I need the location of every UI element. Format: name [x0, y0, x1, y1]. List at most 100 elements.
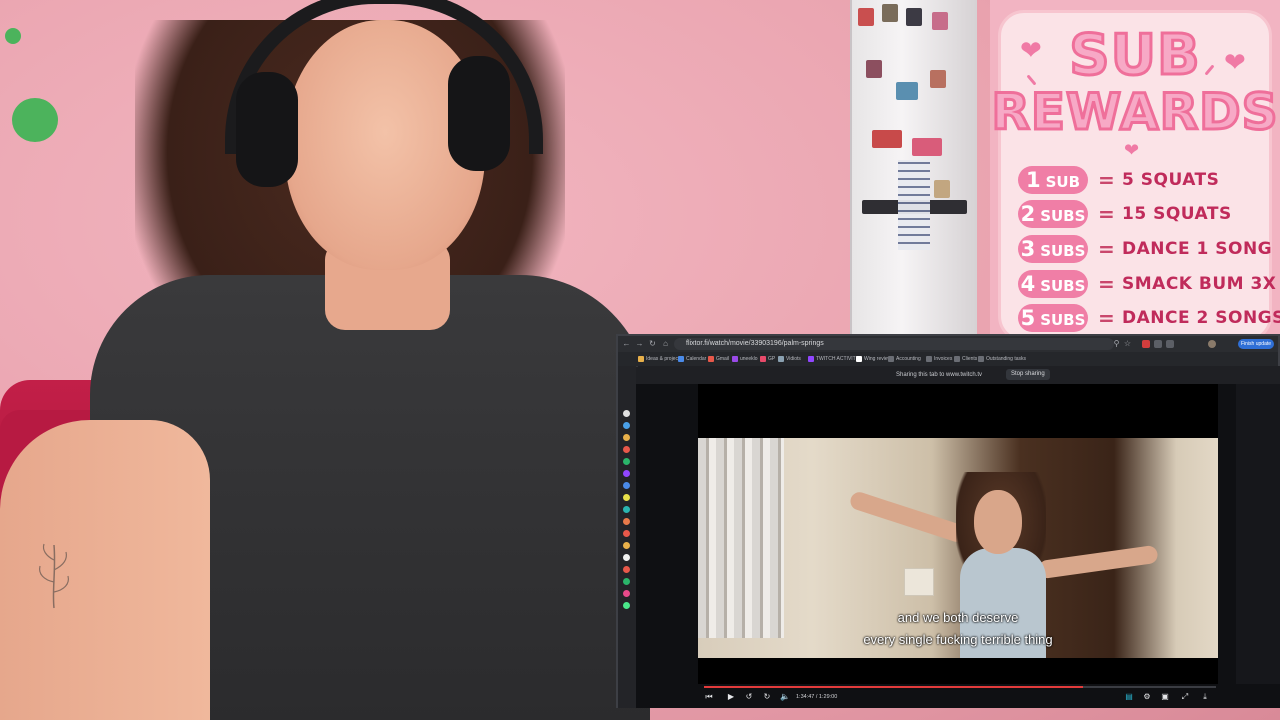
bookmark-item[interactable]: Outstanding tasks — [978, 354, 1026, 364]
reward-text: 5 SQUATS — [1122, 170, 1220, 190]
reward-text: DANCE 2 SONGS — [1122, 308, 1280, 328]
bookmark-item[interactable]: GP — [760, 354, 775, 364]
bookmark-item[interactable]: TWITCH ACTIVITY — [808, 354, 859, 364]
pip-icon[interactable]: ▣ — [1160, 692, 1170, 702]
extension-sidebar — [618, 366, 636, 708]
settings-icon[interactable]: ⚙ — [1142, 692, 1152, 702]
browser-window: ← → ↻ ⌂ flixtor.fi/watch/movie/33903196/… — [616, 334, 1280, 708]
profile-avatar[interactable] — [1208, 340, 1216, 348]
actress-arm — [848, 489, 968, 545]
tab-sharing-banner: Sharing this tab to www.twitch.tv Stop s… — [638, 366, 1280, 384]
reward-row-2: 2 SUBS = 15 SQUATS — [1018, 200, 1268, 228]
sub-count-pill: 4 SUBS — [1018, 270, 1088, 298]
sidebar-app-icon[interactable] — [623, 578, 630, 585]
rewards-title-rewards: REWARDS — [990, 83, 1279, 142]
headphone-earcup — [236, 72, 298, 187]
forward-icon[interactable]: ↻ — [762, 692, 772, 702]
reward-row-4: 4 SUBS = SMACK BUM 3X — [1018, 270, 1276, 298]
sidebar-app-icon[interactable] — [623, 494, 630, 501]
volume-icon[interactable]: 🔈 — [780, 692, 790, 702]
player-side-panel — [1236, 384, 1280, 684]
sidebar-app-icon[interactable] — [623, 434, 630, 441]
time-display: 1:34:47 / 1:29:00 — [796, 694, 838, 700]
actress-face — [974, 490, 1022, 554]
green-sticker — [5, 28, 21, 44]
play-icon[interactable]: ▶ — [726, 692, 736, 702]
sidebar-app-icon[interactable] — [623, 482, 630, 489]
player-controls: ⏮ ▶ ↺ ↻ 🔈 1:34:47 / 1:29:00 ▤ ⚙ ▣ ⤢ ⤓ — [636, 684, 1280, 708]
zoom-icon[interactable]: ⚲ — [1112, 339, 1121, 348]
flower-tattoo-icon — [39, 543, 69, 609]
sidebar-app-icon[interactable] — [623, 566, 630, 573]
back-icon[interactable]: ← — [622, 339, 631, 348]
sub-count-pill: 5 SUBS — [1018, 304, 1088, 332]
rewards-title-sub: SUB — [1068, 23, 1202, 88]
bookmark-item[interactable]: Gmail — [708, 354, 729, 364]
reload-icon[interactable]: ↻ — [648, 339, 657, 348]
sidebar-app-icon[interactable] — [623, 602, 630, 609]
rewind-icon[interactable]: ↺ — [744, 692, 754, 702]
browser-toolbar: ← → ↻ ⌂ flixtor.fi/watch/movie/33903196/… — [618, 336, 1278, 352]
sub-count-pill: 3 SUBS — [1018, 235, 1088, 263]
video-frame: and we both deserve every single fucking… — [698, 438, 1218, 658]
reward-row-1: 1 SUB = 5 SQUATS — [1018, 166, 1268, 194]
sub-rewards-panel: ❤ ❤ ❤ SUB REWARDS 1 SUB = 5 SQUATS 2 SUBS … — [990, 0, 1280, 342]
progress-fill — [704, 686, 1083, 688]
wall-outlet — [904, 568, 934, 596]
actress-arm — [1037, 544, 1159, 580]
sub-count-pill: 2 SUBS — [1018, 200, 1088, 228]
sidebar-app-icon[interactable] — [623, 470, 630, 477]
equals-sign: = — [1098, 168, 1115, 192]
sidebar-app-icon[interactable] — [623, 410, 630, 417]
bookmark-item[interactable]: Calendar — [678, 354, 706, 364]
reward-text: SMACK BUM 3X — [1122, 274, 1277, 294]
heart-icon: ❤ — [1124, 140, 1140, 161]
bookmark-item[interactable]: Invoices — [926, 354, 952, 364]
sidebar-app-icon[interactable] — [623, 446, 630, 453]
green-sticker — [12, 98, 58, 142]
subtitle-line-1: and we both deserve — [897, 610, 1019, 625]
fullscreen-icon[interactable]: ⤢ — [1180, 692, 1190, 702]
finish-update-button[interactable]: Finish update — [1238, 339, 1275, 349]
sidebar-app-icon[interactable] — [623, 518, 630, 525]
sidebar-app-icon[interactable] — [623, 590, 630, 597]
video-player[interactable]: and we both deserve every single fucking… — [636, 384, 1280, 708]
sharing-status: Sharing this tab to www.twitch.tv — [896, 372, 983, 378]
headphone-earcup — [448, 56, 510, 171]
reward-row-3: 3 SUBS = DANCE 1 SONG — [1018, 235, 1272, 263]
download-icon[interactable]: ⤓ — [1200, 692, 1210, 702]
sidebar-app-icon[interactable] — [623, 542, 630, 549]
home-icon[interactable]: ⌂ — [661, 339, 670, 348]
reward-row-5: 5 SUBS = DANCE 2 SONGS — [1018, 304, 1280, 332]
address-bar[interactable]: flixtor.fi/watch/movie/33903196/palm-spr… — [674, 338, 1114, 350]
equals-sign: = — [1098, 202, 1115, 226]
progress-bar[interactable] — [704, 686, 1216, 688]
curtain — [698, 438, 784, 638]
bookmark-item[interactable]: Ideas & projects — [638, 354, 682, 364]
extension-icon[interactable] — [1142, 340, 1150, 348]
extension-icon[interactable] — [1166, 340, 1174, 348]
bookmark-item[interactable]: uneeklo — [732, 354, 758, 364]
bookmark-item[interactable]: Wing review — [856, 354, 891, 364]
bookmark-item[interactable]: Accounting — [888, 354, 921, 364]
forward-icon[interactable]: → — [635, 339, 644, 348]
bookmark-item[interactable]: Clients — [954, 354, 977, 364]
sidebar-app-icon[interactable] — [623, 506, 630, 513]
sub-count-pill: 1 SUB — [1018, 166, 1088, 194]
hanging-towel — [898, 160, 930, 250]
equals-sign: = — [1098, 306, 1115, 330]
sidebar-app-icon[interactable] — [623, 530, 630, 537]
stop-sharing-button[interactable]: Stop sharing — [1006, 369, 1050, 380]
sidebar-app-icon[interactable] — [623, 458, 630, 465]
sidebar-app-icon[interactable] — [623, 554, 630, 561]
subtitles-icon[interactable]: ▤ — [1124, 692, 1134, 702]
equals-sign: = — [1098, 272, 1115, 296]
reward-text: 15 SQUATS — [1122, 204, 1232, 224]
equals-sign: = — [1098, 237, 1115, 261]
extension-icon[interactable] — [1154, 340, 1162, 348]
skip-back-icon[interactable]: ⏮ — [704, 692, 714, 702]
bookmarks-bar: Ideas & projects Calendar Gmail uneeklo … — [618, 352, 1278, 367]
star-icon[interactable]: ☆ — [1123, 339, 1132, 348]
sidebar-app-icon[interactable] — [623, 422, 630, 429]
bookmark-item[interactable]: Vidiots — [778, 354, 801, 364]
